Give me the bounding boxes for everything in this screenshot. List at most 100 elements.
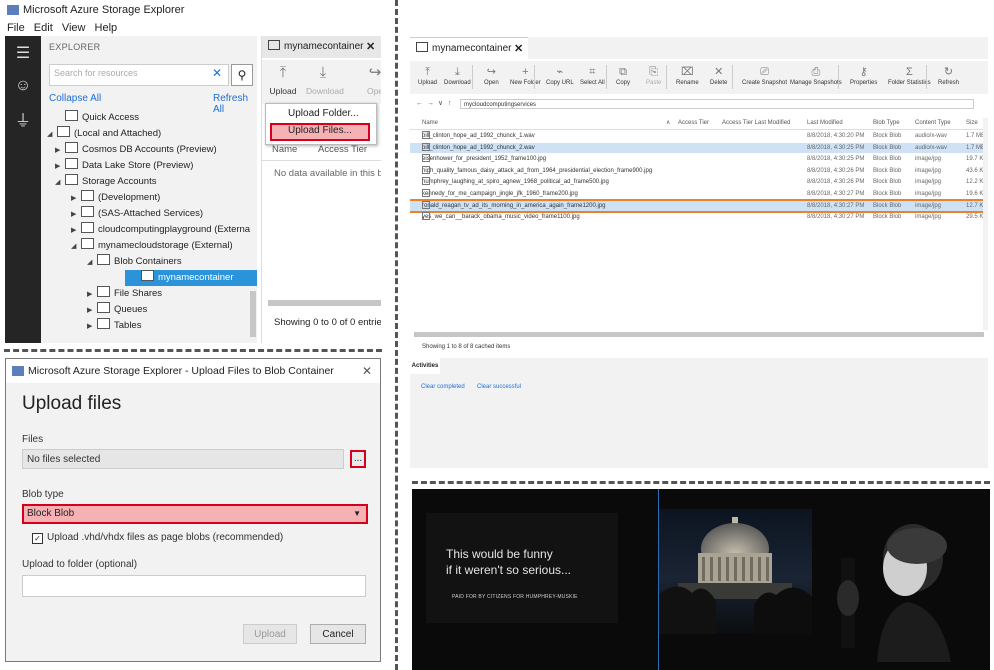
upload-folder-menu-item[interactable]: Upload Folder... [288,108,359,119]
tree-item[interactable]: Quick Access [55,110,139,126]
expand-arrow-icon[interactable]: ◢ [47,127,57,143]
tree-item[interactable]: ◢ mynamecloudstorage (External) [71,238,233,254]
table-row[interactable]: yes_we_can__barack_obama_music_video_fra… [410,212,988,222]
expand-arrow-icon[interactable]: ▶ [71,207,81,223]
tree-item[interactable]: ◢ (Local and Attached) [47,126,161,142]
expand-arrow-icon[interactable]: ▶ [87,287,97,303]
browse-files-button[interactable]: ... [350,450,366,468]
column-name[interactable]: Name [422,117,438,129]
expand-arrow-icon[interactable]: ▶ [87,319,97,335]
menu-view[interactable]: View [62,22,86,34]
manage-snapshots-button[interactable]: ⎙ Manage Snapshots [790,64,842,86]
tree-item[interactable]: ▶ Cosmos DB Accounts (Preview) [55,142,217,158]
tree-item[interactable]: ▶ File Shares [87,286,162,302]
upload-button[interactable]: ⤒ Upload [266,60,300,96]
blob-type-select[interactable]: Block Blob ▼ [22,504,368,524]
table-row[interactable]: bill_clinton_hope_ad_1992_chunck_2.wav 8/… [410,142,988,153]
delete-button[interactable]: ✕ Delete [710,64,727,86]
close-tab-icon[interactable]: ✕ [514,38,523,60]
folder-statistics-button[interactable]: Σ Folder Statistics [888,64,931,86]
column-last-modified[interactable]: Last Modified [807,117,843,129]
upload-folder-input[interactable] [22,575,366,597]
tree-scrollbar[interactable] [250,291,256,337]
table-row[interactable]: kennedy_for_me_campaign_jingle_jfk_1960_… [410,189,988,199]
explorer-list-icon[interactable]: ☰ [13,44,33,64]
forward-arrow-icon[interactable]: → [427,97,434,111]
upload-button[interactable]: ⤒ Upload [418,64,437,86]
properties-button[interactable]: ⚷ Properties [850,64,877,86]
expand-arrow-icon[interactable]: ◢ [87,255,97,271]
new-folder-button[interactable]: + New Folder [510,64,541,86]
tree-item[interactable]: ▶ Tables [87,318,141,334]
rename-button[interactable]: ⌧ Rename [676,64,699,86]
clear-successful-link[interactable]: Clear successful [477,384,521,390]
refresh-button[interactable]: ↻ Refresh [938,64,959,86]
address-bar[interactable]: mycloudcomputingservices [460,99,974,109]
copy-button[interactable]: ⧉ Copy [616,64,630,86]
collapse-all-link[interactable]: Collapse All [49,93,101,104]
expand-arrow-icon[interactable]: ▶ [71,191,81,207]
expand-arrow-icon[interactable]: ▶ [87,303,97,319]
tab-mynamecontainer[interactable]: mynamecontainer ✕ [262,36,381,58]
close-tab-icon[interactable]: ✕ [366,36,375,58]
expand-arrow-icon[interactable]: ▶ [71,223,81,239]
cancel-button[interactable]: Cancel [310,624,366,644]
refresh-all-link[interactable]: Refresh All [213,93,257,115]
table-row[interactable]: humphrey_laughing_at_spiro_agnew_1968_po… [410,177,988,187]
open-button[interactable]: ↪ Ope [358,60,381,96]
download-button[interactable]: ⤓ Download [306,60,344,96]
frame-divider [658,489,659,670]
search-input[interactable]: Search for resources ✕ [49,64,229,86]
search-icon[interactable]: ⚲ [231,64,253,86]
paste-button[interactable]: ⎘ Paste [646,64,661,86]
table-row[interactable]: ronald_reagan_tv_ad_its_morning_in_ameri… [410,198,988,213]
vertical-scrollbar[interactable] [983,118,988,330]
expand-arrow-icon[interactable]: ◢ [71,239,81,255]
blob-name-text: high_quality_famous_daisy_attack_ad_from… [422,167,653,174]
column-blob-type[interactable]: Blob Type [873,117,900,129]
plug-connect-icon[interactable]: ⏚ [13,112,33,132]
horizontal-scrollbar[interactable] [268,300,381,306]
tree-item[interactable]: ▶ (SAS-Attached Services) [71,206,203,222]
copy-url-button[interactable]: ⌁ Copy URL [546,64,574,86]
back-arrow-icon[interactable]: ← [416,97,423,111]
upload-files-menu-item[interactable]: Upload Files... [288,125,352,136]
tree-item[interactable]: ▶ cloudcomputingplayground (Externa [71,222,250,238]
account-person-icon[interactable]: ☺ [13,76,33,96]
menu-edit[interactable]: Edit [34,22,53,34]
expand-arrow-icon[interactable]: ▶ [55,159,65,175]
table-row[interactable]: eisenhower_for_president_1952_frame100.j… [410,154,988,164]
table-row[interactable]: high_quality_famous_daisy_attack_ad_from… [410,165,988,176]
tree-item[interactable]: ◢ Blob Containers [87,254,182,270]
tree-item[interactable]: mynamecontainer [125,270,257,286]
open-button[interactable]: ↪ Open [484,64,499,86]
tree-item[interactable]: ▶ Data Lake Store (Preview) [55,158,193,174]
files-field[interactable]: No files selected [22,449,344,469]
clear-search-icon[interactable]: ✕ [212,66,222,80]
tree-item[interactable]: ▶ Queues [87,302,147,318]
expand-arrow-icon[interactable]: ◢ [55,175,65,191]
menu-file[interactable]: File [7,22,25,34]
horizontal-scrollbar[interactable] [414,332,984,337]
create-snapshot-button[interactable]: ⎚ Create Snapshot [742,64,787,86]
upload-button[interactable]: Upload [243,624,297,644]
page-blob-checkbox[interactable]: ✓ [32,533,43,544]
tab-activities[interactable]: Activities [410,358,440,374]
chevron-down-icon[interactable]: ∨ [438,97,443,111]
column-access-tier-last-modified[interactable]: Access Tier Last Modified [722,117,790,129]
close-icon[interactable]: ✕ [362,359,372,383]
select-all-button[interactable]: ⌗ Select All [580,64,605,86]
tree-item[interactable]: ◢ Storage Accounts [55,174,156,190]
column-access-tier[interactable]: Access Tier [678,117,709,129]
column-size[interactable]: Size [966,117,978,129]
tab-mynamecontainer[interactable]: mynamecontainer ✕ [410,37,528,60]
menu-help[interactable]: Help [95,22,118,34]
tree-item[interactable]: ▶ (Development) [71,190,160,206]
download-button[interactable]: ⤓ Download [444,64,471,86]
last-modified-cell: 8/8/2018, 4:30:26 PM [807,179,865,186]
up-arrow-icon[interactable]: ↑ [448,97,452,111]
table-row[interactable]: bill_clinton_hope_ad_1992_chunck_1.wav 8/… [410,131,988,141]
clear-completed-link[interactable]: Clear completed [421,384,465,390]
expand-arrow-icon[interactable]: ▶ [55,143,65,159]
column-content-type[interactable]: Content Type [915,117,951,129]
